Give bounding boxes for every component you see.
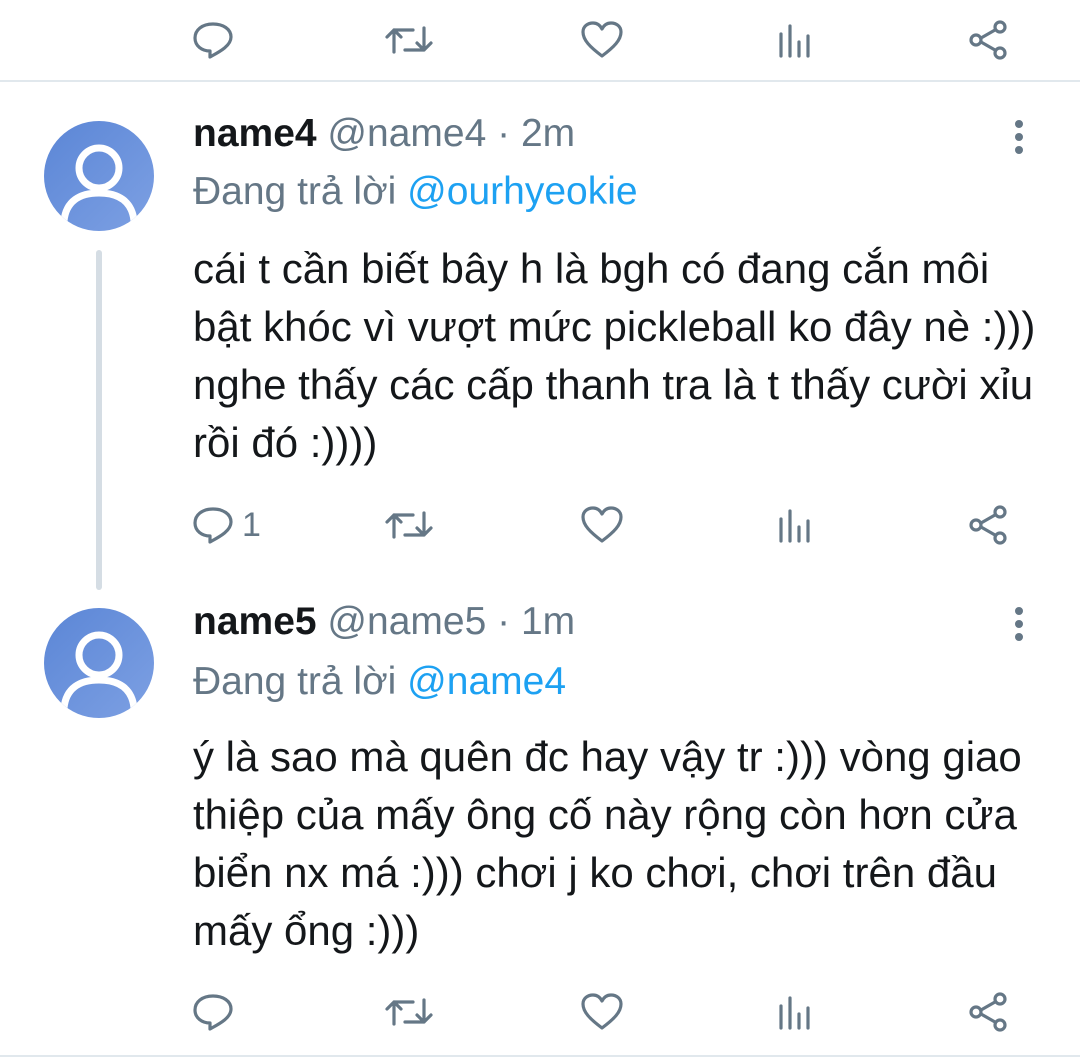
- timestamp[interactable]: 1m: [521, 600, 575, 643]
- display-name[interactable]: name5: [193, 600, 317, 643]
- like-icon[interactable]: [580, 505, 624, 545]
- share-icon[interactable]: [968, 505, 1010, 545]
- reply-prefix: Đang trả lời: [193, 660, 397, 703]
- display-name[interactable]: name4: [193, 112, 317, 155]
- default-avatar-icon: [60, 631, 138, 709]
- retweet-icon[interactable]: [385, 22, 433, 58]
- divider: [0, 1055, 1080, 1057]
- reply-icon: [193, 507, 233, 544]
- retweet-icon[interactable]: [385, 507, 433, 543]
- like-icon[interactable]: [580, 20, 624, 60]
- more-icon[interactable]: [1015, 120, 1027, 159]
- divider: [0, 80, 1080, 82]
- retweet-icon[interactable]: [385, 994, 433, 1030]
- tweet-header: name5 @name5 · 1m: [193, 600, 575, 644]
- avatar[interactable]: [44, 608, 154, 718]
- user-handle[interactable]: @name4: [327, 112, 486, 155]
- reply-mention-link[interactable]: @name4: [407, 660, 566, 703]
- analytics-icon[interactable]: [777, 996, 813, 1030]
- avatar[interactable]: [44, 121, 154, 231]
- share-icon[interactable]: [968, 20, 1010, 60]
- analytics-icon[interactable]: [777, 509, 813, 543]
- reply-button[interactable]: 1: [192, 505, 261, 545]
- reply-context: Đang trả lời @name4: [193, 660, 566, 704]
- tweet-text: cái t cần biết bây h là bgh có đang cắn …: [193, 245, 1036, 466]
- timestamp[interactable]: 2m: [521, 112, 575, 155]
- reply-count: 1: [242, 505, 261, 544]
- user-handle[interactable]: @name5: [327, 600, 486, 643]
- more-icon[interactable]: [1015, 607, 1027, 646]
- default-avatar-icon: [60, 144, 138, 222]
- separator: ·: [497, 600, 511, 643]
- reply-mention-link[interactable]: @ourhyeokie: [407, 170, 637, 213]
- reply-button[interactable]: [192, 992, 242, 1032]
- separator: ·: [497, 112, 511, 155]
- reply-icon[interactable]: [192, 20, 234, 60]
- reply-prefix: Đang trả lời: [193, 170, 397, 213]
- tweet-header: name4 @name4 · 2m: [193, 112, 575, 156]
- analytics-icon[interactable]: [777, 24, 813, 58]
- reply-context: Đang trả lời @ourhyeokie: [193, 170, 638, 214]
- reply-icon: [193, 994, 233, 1031]
- share-icon[interactable]: [968, 992, 1010, 1032]
- thread-line: [96, 250, 102, 590]
- like-icon[interactable]: [580, 992, 624, 1032]
- tweet-text: ý là sao mà quên đc hay vậy tr :))) vòng…: [193, 733, 1022, 954]
